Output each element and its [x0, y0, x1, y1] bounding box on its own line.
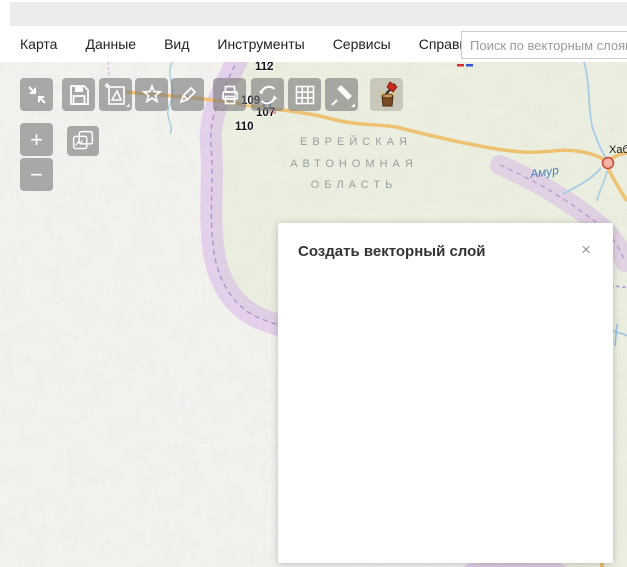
print-button[interactable]	[213, 78, 246, 111]
create-vector-layer-dialog: Создать векторный слой ×	[278, 223, 613, 563]
collapse-arrows-icon	[27, 85, 46, 104]
pin-button[interactable]	[325, 78, 358, 111]
grid-button[interactable]	[288, 78, 321, 111]
menu-item-services[interactable]: Сервисы	[333, 36, 391, 52]
region-label-line2: АВТОНОМНАЯ	[290, 158, 418, 170]
menu-item-map[interactable]: Карта	[20, 36, 57, 52]
basemap-layers-icon	[72, 130, 94, 150]
save-icon	[69, 84, 89, 105]
zoom-in-button[interactable]: +	[20, 123, 53, 156]
printer-icon	[221, 85, 238, 104]
dialog-title: Создать векторный слой	[298, 243, 486, 260]
km-marker: 110	[235, 121, 254, 133]
zoom-out-button[interactable]: −	[20, 158, 53, 191]
grid-icon	[295, 85, 314, 104]
menu-item-data[interactable]: Данные	[85, 36, 136, 52]
sync-icon	[258, 85, 277, 104]
app-window: Карта Данные Вид Инструменты Сервисы Спр…	[0, 0, 627, 567]
bookmark-button[interactable]	[135, 78, 168, 111]
menu-item-view[interactable]: Вид	[164, 36, 189, 52]
window-titlebar	[10, 2, 627, 26]
save-button[interactable]	[62, 78, 95, 111]
axe-tool-button[interactable]	[370, 78, 403, 111]
refresh-layers-button[interactable]	[251, 78, 284, 111]
basemap-button[interactable]	[67, 126, 99, 156]
pushpin-icon	[330, 84, 355, 107]
create-vector-layer-icon	[104, 82, 129, 107]
region-label-line1: ЕВРЕЙСКАЯ	[300, 136, 412, 148]
close-icon[interactable]: ×	[581, 241, 591, 258]
km-marker: 112	[255, 62, 274, 73]
create-vector-layer-button[interactable]	[99, 78, 132, 111]
pencil-icon	[179, 86, 196, 103]
city-label: Хаб	[609, 144, 627, 156]
vector-layer-search-input[interactable]	[461, 31, 627, 59]
menu-item-tools[interactable]: Инструменты	[217, 36, 304, 52]
axe-icon	[380, 80, 398, 106]
map-canvas[interactable]: 112 109 107 110 ЕВРЕЙСКАЯ АВТОНОМНАЯ ОБЛ…	[0, 62, 627, 567]
region-label-line3: ОБЛАСТЬ	[310, 179, 398, 191]
dialog-body	[278, 273, 613, 563]
menu-bar: Карта Данные Вид Инструменты Сервисы Спр…	[0, 26, 627, 62]
star-icon	[141, 83, 162, 103]
collapse-button[interactable]	[20, 78, 53, 111]
edit-button[interactable]	[171, 78, 204, 111]
